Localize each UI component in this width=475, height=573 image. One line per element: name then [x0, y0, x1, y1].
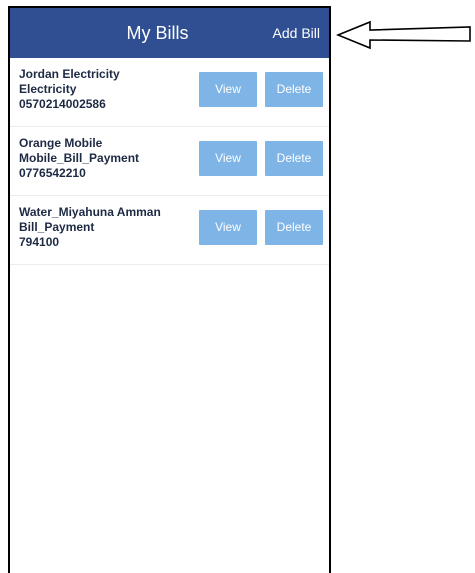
list-item: Orange Mobile Mobile_Bill_Payment 077654… [10, 127, 329, 196]
add-bill-button[interactable]: Add Bill [273, 8, 320, 58]
bill-details: Jordan Electricity Electricity 057021400… [19, 67, 189, 112]
bills-list: Jordan Electricity Electricity 057021400… [10, 58, 329, 265]
bill-provider: Jordan Electricity [19, 67, 120, 81]
bill-type: Electricity [19, 82, 77, 96]
bill-type: Mobile_Bill_Payment [19, 151, 140, 165]
bill-number: 0776542210 [19, 166, 86, 180]
list-item: Water_Miyahuna Amman Bill_Payment 794100… [10, 196, 329, 265]
view-button[interactable]: View [199, 72, 257, 107]
bill-provider: Orange Mobile [19, 136, 103, 150]
app-header: My Bills Add Bill [10, 8, 329, 58]
delete-button[interactable]: Delete [265, 210, 323, 245]
delete-button[interactable]: Delete [265, 72, 323, 107]
phone-screen: My Bills Add Bill Jordan Electricity Ele… [8, 6, 331, 573]
bill-type: Bill_Payment [19, 220, 95, 234]
bill-number: 794100 [19, 235, 60, 249]
bill-number: 0570214002586 [19, 97, 106, 111]
view-button[interactable]: View [199, 210, 257, 245]
left-arrow-icon [336, 20, 471, 50]
bill-details: Orange Mobile Mobile_Bill_Payment 077654… [19, 136, 189, 181]
bill-provider: Water_Miyahuna Amman [19, 205, 161, 219]
list-item: Jordan Electricity Electricity 057021400… [10, 58, 329, 127]
view-button[interactable]: View [199, 141, 257, 176]
bill-details: Water_Miyahuna Amman Bill_Payment 794100 [19, 205, 189, 250]
delete-button[interactable]: Delete [265, 141, 323, 176]
